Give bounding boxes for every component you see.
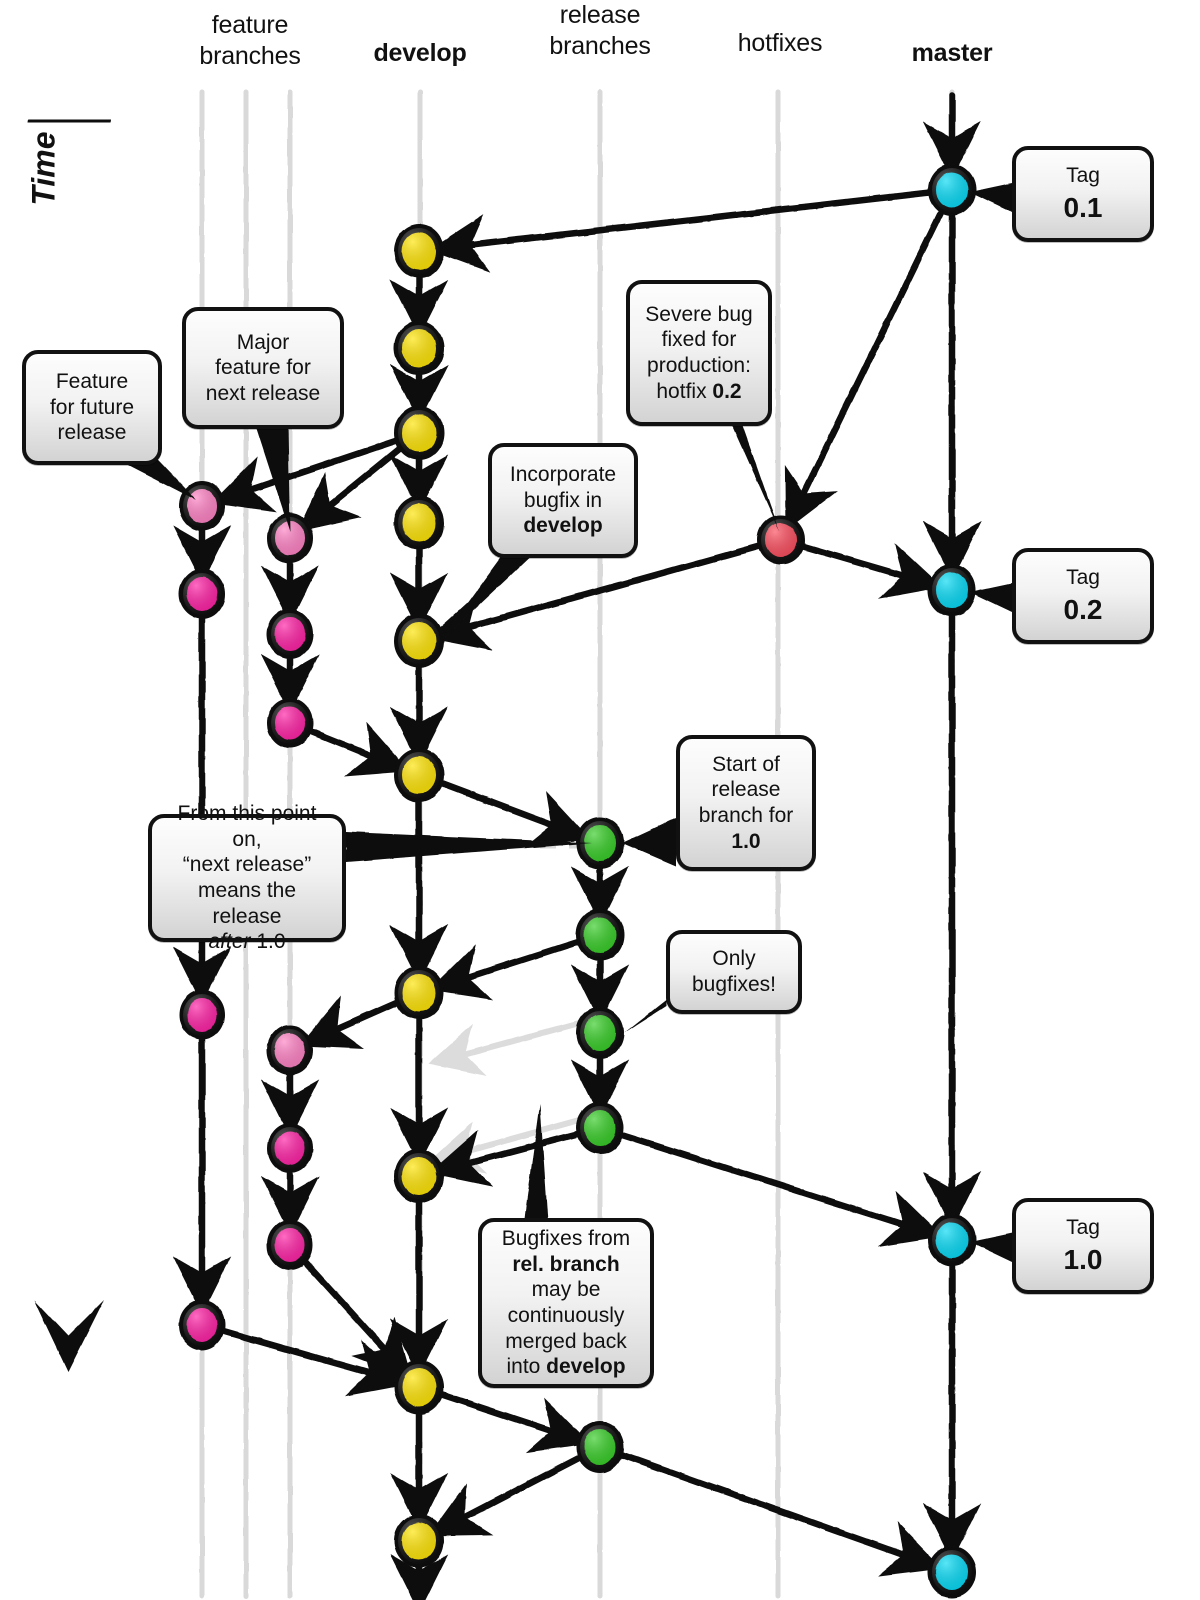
- callout-tail-only-bugfixes: [624, 1000, 666, 1033]
- commit-node-fB6[interactable]: [267, 1220, 313, 1270]
- commit-node-m3[interactable]: [928, 1214, 976, 1266]
- callout-tail-major-feature: [255, 424, 290, 532]
- callout-tail-tag-10: [970, 1233, 1012, 1262]
- callout-incorporate: Incorporate bugfix in develop: [488, 443, 638, 558]
- callout-tag-10: Tag 1.0: [1012, 1198, 1154, 1294]
- callout-text-only-bugfixes: Only bugfixes!: [691, 947, 777, 996]
- callout-next-release: From this point on, “next release” means t…: [148, 802, 346, 953]
- edge-fA4-to-d9: [221, 1328, 410, 1397]
- commit-node-fA3[interactable]: [179, 990, 225, 1040]
- commit-node-m4[interactable]: [928, 1546, 976, 1598]
- commit-node-d2[interactable]: [394, 321, 444, 375]
- edge-h1-to-m2: [800, 542, 943, 599]
- commit-node-d3[interactable]: [394, 406, 444, 460]
- edge-d6-to-r1: [438, 780, 591, 847]
- time-axis-arrow: [27, 113, 111, 1372]
- callout-severe-bug: Severe bug fixed for production: hotfix 0.2: [626, 280, 772, 426]
- edge-r5-to-m4: [619, 1451, 943, 1577]
- commit-node-fA2[interactable]: [179, 569, 225, 619]
- diagram-canvas: feature branches develop release branches h…: [0, 0, 1200, 1600]
- edge-r2-to-d7: [428, 939, 581, 1000]
- callout-tail-tag-02: [970, 583, 1012, 612]
- lane-label-release: release branches: [549, 1, 651, 61]
- edge-d3-to-fB1: [297, 444, 404, 532]
- edge-d9-to-r5: [438, 1391, 591, 1454]
- callout-text-tag-02: Tag 0.2: [1063, 566, 1103, 625]
- callout-tail-start-release: [622, 818, 676, 866]
- callout-major-feature: Major feature for next release: [182, 307, 344, 429]
- commit-node-m2[interactable]: [928, 564, 976, 616]
- commit-node-fB2[interactable]: [267, 609, 313, 659]
- time-axis-label: Time: [25, 131, 62, 206]
- callout-text-incorporate: Incorporate bugfix in develop: [509, 463, 617, 538]
- commit-node-d10[interactable]: [394, 1514, 444, 1568]
- callout-only-bugfixes: Only bugfixes!: [666, 930, 802, 1014]
- edge-m1-to-d1: [429, 189, 932, 273]
- commit-node-fB3[interactable]: [267, 698, 313, 748]
- commit-node-fA4[interactable]: [179, 1300, 225, 1350]
- lane-label-master: master: [911, 39, 993, 67]
- commit-node-fB5[interactable]: [267, 1123, 313, 1173]
- commit-node-d1[interactable]: [394, 224, 444, 278]
- lane-label-hotfixes: hotfixes: [737, 29, 823, 57]
- callout-tag-02: Tag 0.2: [1012, 548, 1154, 644]
- callout-text-tag-01: Tag 0.1: [1063, 164, 1103, 223]
- callout-text-tag-10: Tag 1.0: [1063, 1216, 1103, 1275]
- callout-text-bugfixes-merged: Bugfixes from rel. branch may be continuous…: [501, 1227, 631, 1379]
- callout-tail-severe-bug: [730, 420, 780, 532]
- commit-node-h1[interactable]: [757, 515, 805, 565]
- callout-text-feature-future: Feature for future release: [49, 370, 135, 445]
- commit-node-r3[interactable]: [576, 1007, 624, 1059]
- callout-text-major-feature: Major feature for next release: [205, 330, 321, 405]
- edge-fB3-to-d6: [309, 722, 410, 777]
- commit-node-r2[interactable]: [576, 909, 624, 961]
- commit-node-d6[interactable]: [394, 748, 444, 802]
- edge-d7-to-fB4: [299, 995, 401, 1050]
- lane-label-develop: develop: [373, 39, 467, 67]
- commit-node-d8[interactable]: [394, 1149, 444, 1203]
- edge-r4-to-m3: [619, 1132, 943, 1248]
- edge-m1-to-h1: [784, 208, 945, 531]
- commit-node-d7[interactable]: [394, 966, 444, 1020]
- commit-node-d9[interactable]: [394, 1360, 444, 1414]
- callout-tag-01: Tag 0.1: [1012, 146, 1154, 242]
- callout-start-release: Start of release branch for 1.0: [676, 735, 816, 871]
- commit-node-d5[interactable]: [394, 614, 444, 668]
- callout-tail-tag-01: [970, 183, 1012, 212]
- callout-tail-bugfixes-merged: [524, 1104, 548, 1222]
- edge-r5-to-d10: [428, 1454, 582, 1537]
- callout-text-start-release: Start of release branch for 1.0: [698, 752, 794, 853]
- commit-node-d4[interactable]: [394, 496, 444, 550]
- commit-node-r4[interactable]: [576, 1102, 624, 1154]
- lane-label-feature: feature branches: [199, 11, 301, 71]
- callout-bugfixes-merged: Bugfixes from rel. branch may be continuous…: [478, 1218, 654, 1388]
- callout-tail-incorporate: [437, 552, 530, 645]
- callout-text-next-release: From this point on, “next release” means t…: [177, 802, 317, 954]
- commit-node-r5[interactable]: [576, 1421, 624, 1473]
- commit-node-fB4[interactable]: [267, 1025, 313, 1075]
- callout-feature-future: Feature for future release: [22, 350, 162, 465]
- commit-node-fA1[interactable]: [179, 481, 225, 531]
- commit-node-fB1[interactable]: [267, 513, 313, 563]
- callout-text-severe-bug: Severe bug fixed for production: hotfix 0.2: [645, 302, 753, 403]
- edge-fB6-to-d9: [302, 1259, 413, 1380]
- commit-node-m1[interactable]: [928, 164, 976, 216]
